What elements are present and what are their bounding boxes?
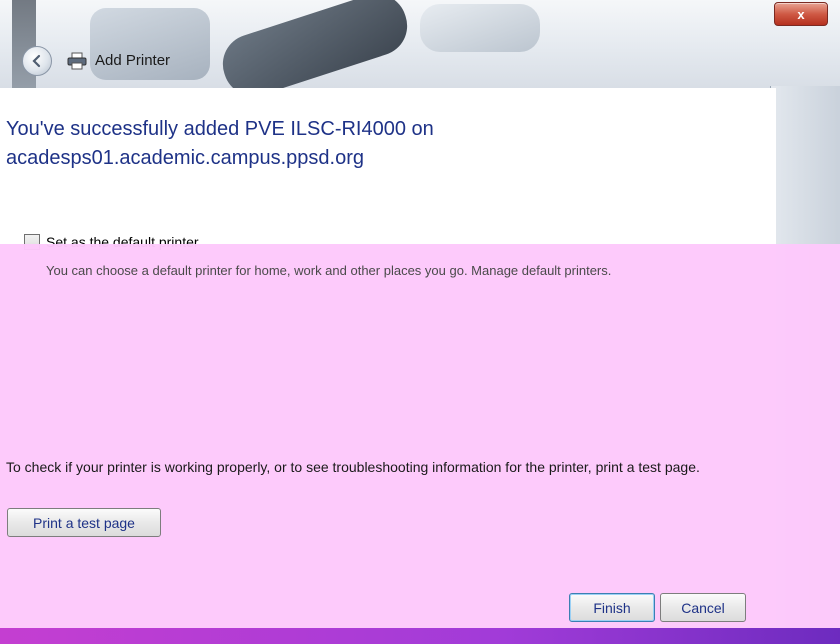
printer-icon: [67, 52, 87, 70]
close-icon: x: [797, 6, 805, 22]
title-bar: x Add Printer: [0, 0, 840, 104]
taskbar-strip: [0, 628, 840, 644]
success-heading: You've successfully added PVE ILSC-RI400…: [6, 118, 434, 169]
back-button[interactable]: [22, 46, 52, 76]
default-printer-description: You can choose a default printer for hom…: [46, 263, 612, 278]
test-page-description: To check if your printer is working prop…: [6, 459, 700, 475]
cancel-button[interactable]: Cancel: [660, 593, 746, 622]
desktop-decoration: [90, 8, 210, 80]
window-title: Add Printer: [95, 52, 171, 69]
window-frame: x Add Printer You've successfully added …: [0, 0, 840, 644]
finish-button[interactable]: Finish: [569, 593, 655, 622]
close-button[interactable]: x: [774, 2, 828, 26]
overlay-region: [0, 244, 840, 634]
back-arrow-icon: [32, 54, 41, 68]
print-test-page-button[interactable]: Print a test page: [7, 508, 161, 537]
desktop-decoration: [420, 4, 540, 52]
